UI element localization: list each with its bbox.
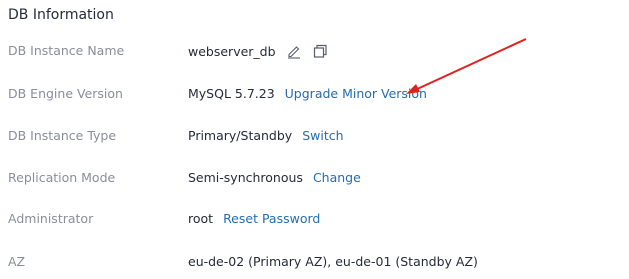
db-instance-name-value: webserver_db — [188, 43, 276, 59]
upgrade-minor-version-link[interactable]: Upgrade Minor Version — [285, 86, 427, 101]
db-instance-type-label: DB Instance Type — [8, 128, 117, 143]
db-instance-type-value-group: Primary/Standby Switch — [188, 128, 344, 143]
db-instance-name-label: DB Instance Name — [8, 43, 125, 58]
db-engine-version-value-group: MySQL 5.7.23 Upgrade Minor Version — [188, 86, 427, 101]
copy-icon[interactable] — [312, 43, 328, 59]
administrator-value: root — [188, 211, 214, 226]
db-instance-name-value-group: webserver_db — [188, 43, 328, 59]
row-db-engine-version: DB Engine Version MySQL 5.7.23 Upgrade M… — [0, 86, 629, 106]
db-instance-type-value: Primary/Standby — [188, 128, 293, 143]
section-title: DB Information — [8, 7, 114, 23]
row-administrator: Administrator root Reset Password — [0, 211, 629, 231]
az-label: AZ — [8, 254, 26, 269]
az-value-group: eu-de-02 (Primary AZ), eu-de-01 (Standby… — [188, 254, 478, 269]
row-replication-mode: Replication Mode Semi-synchronous Change — [0, 170, 629, 190]
administrator-value-group: root Reset Password — [188, 211, 320, 226]
db-engine-version-value: MySQL 5.7.23 — [188, 86, 275, 101]
switch-link[interactable]: Switch — [302, 128, 343, 143]
change-link[interactable]: Change — [313, 170, 361, 185]
row-db-instance-type: DB Instance Type Primary/Standby Switch — [0, 128, 629, 148]
row-db-instance-name: DB Instance Name webserver_db — [0, 43, 629, 63]
db-engine-version-label: DB Engine Version — [8, 86, 123, 101]
az-value: eu-de-02 (Primary AZ), eu-de-01 (Standby… — [188, 254, 478, 269]
row-az: AZ eu-de-02 (Primary AZ), eu-de-01 (Stan… — [0, 254, 629, 274]
replication-mode-label: Replication Mode — [8, 170, 116, 185]
replication-mode-value-group: Semi-synchronous Change — [188, 170, 361, 185]
pencil-icon[interactable] — [286, 43, 302, 59]
replication-mode-value: Semi-synchronous — [188, 170, 303, 185]
administrator-label: Administrator — [8, 211, 94, 226]
reset-password-link[interactable]: Reset Password — [223, 211, 320, 226]
